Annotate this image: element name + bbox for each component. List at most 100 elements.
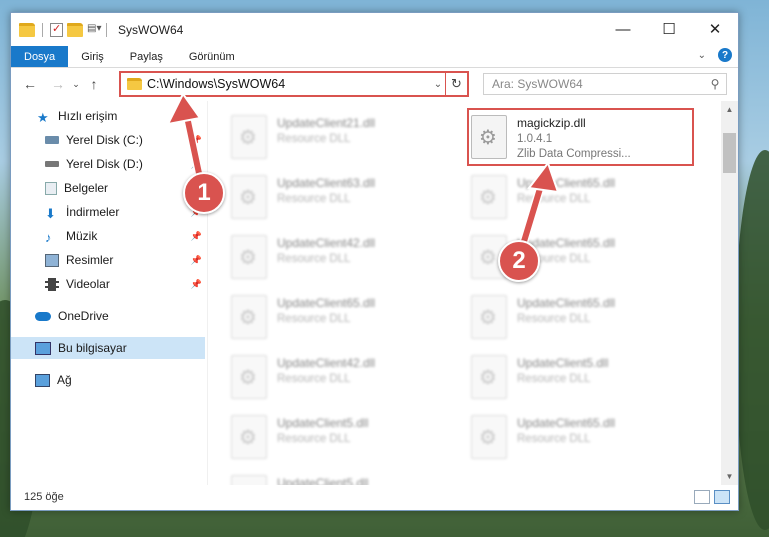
- tab-home[interactable]: Giriş: [68, 46, 117, 67]
- sidebar-item-network[interactable]: Ağ: [11, 369, 205, 391]
- file-list: UpdateClient21.dll Resource DLL UpdateCli…: [221, 101, 721, 485]
- pane-divider[interactable]: [207, 101, 208, 485]
- address-dropdown-icon[interactable]: ⌄: [431, 79, 445, 90]
- new-folder-icon[interactable]: [67, 22, 83, 37]
- maximize-button[interactable]: ☐: [646, 13, 692, 45]
- pin-icon[interactable]: 📌: [191, 255, 202, 266]
- file-item[interactable]: UpdateClient63.dll Resource DLL: [231, 173, 461, 225]
- sidebar-item-label: Yerel Disk (C:): [66, 133, 143, 147]
- scroll-down-icon[interactable]: ▼: [721, 468, 738, 485]
- pin-icon[interactable]: 📌: [191, 159, 202, 170]
- sidebar-item-this-pc[interactable]: Bu bilgisayar: [11, 337, 205, 359]
- properties-icon[interactable]: [50, 22, 63, 37]
- vertical-scrollbar[interactable]: ▲ ▼: [721, 101, 738, 485]
- address-folder-icon: [127, 78, 142, 90]
- file-item[interactable]: UpdateClient65.dll Resource DLL: [471, 173, 701, 225]
- recent-locations-icon[interactable]: ⌄: [69, 79, 83, 90]
- highlight-box: [467, 108, 694, 166]
- search-icon[interactable]: ⚲: [704, 77, 726, 91]
- file-item[interactable]: UpdateClient65.dll Resource DLL: [471, 293, 701, 345]
- up-arrow-icon[interactable]: ↑: [83, 76, 105, 92]
- file-item[interactable]: UpdateClient65.dll Resource DLL: [471, 413, 701, 465]
- callout-badge-1: 1: [183, 172, 225, 214]
- drive-icon: [45, 161, 59, 167]
- close-button[interactable]: ✕: [692, 13, 738, 45]
- explorer-window: ▤▾ SysWOW64 — ☐ ✕ Dosya Giriş Paylaş Gör…: [10, 12, 739, 511]
- expand-ribbon-icon[interactable]: ⌄: [698, 50, 706, 61]
- network-icon: [35, 373, 50, 387]
- file-item[interactable]: UpdateClient5.dll Resource DLL: [471, 353, 701, 405]
- sidebar-item-label: Belgeler: [64, 181, 109, 195]
- pin-icon[interactable]: 📌: [191, 231, 202, 242]
- star-icon: ★: [37, 109, 49, 125]
- scroll-up-icon[interactable]: ▲: [721, 101, 738, 118]
- navigation-bar: ← → ⌄ ↑ C:\Windows\SysWOW64 ⌄ ↻ Ara: Sys…: [11, 68, 738, 100]
- file-name: UpdateClient21.dll: [277, 116, 376, 130]
- sidebar-item-videos[interactable]: Videolar 📌: [11, 273, 205, 295]
- details-view-icon[interactable]: [694, 490, 710, 504]
- tab-share[interactable]: Paylaş: [117, 46, 176, 67]
- sidebar-item-label: Hızlı erişim: [58, 109, 118, 123]
- file-type: Resource DLL: [277, 373, 351, 385]
- file-name: UpdateClient5.dll: [517, 356, 609, 370]
- download-icon: ⬇: [45, 205, 56, 221]
- pin-icon[interactable]: 📌: [191, 279, 202, 290]
- back-arrow-icon[interactable]: ←: [19, 76, 41, 92]
- file-item[interactable]: UpdateClient5.dll Resource DLL: [231, 413, 461, 465]
- file-type: Resource DLL: [277, 133, 351, 145]
- sidebar-item-onedrive[interactable]: OneDrive: [11, 305, 205, 327]
- quick-access-toolbar: ▤▾: [11, 22, 103, 37]
- file-type: Resource DLL: [277, 253, 351, 265]
- forward-arrow-icon[interactable]: →: [47, 76, 69, 92]
- sidebar-item-label: İndirmeler: [66, 205, 120, 219]
- file-name: UpdateClient65.dll: [517, 296, 616, 310]
- search-box[interactable]: Ara: SysWOW64 ⚲: [483, 73, 727, 95]
- file-type: Resource DLL: [517, 193, 591, 205]
- sidebar-item-quick-access[interactable]: ★ Hızlı erişim: [11, 105, 205, 127]
- tab-view[interactable]: Görünüm: [176, 46, 248, 67]
- dll-file-icon: [471, 295, 507, 339]
- file-name: UpdateClient65.dll: [517, 176, 616, 190]
- computer-icon: [35, 341, 51, 355]
- file-item[interactable]: UpdateClient42.dll Resource DLL: [231, 353, 461, 405]
- tiles-view-icon[interactable]: [714, 490, 730, 504]
- title-bar: ▤▾ SysWOW64 — ☐ ✕: [11, 13, 738, 46]
- sidebar-item-documents[interactable]: Belgeler 📌: [11, 177, 205, 199]
- sidebar-item-downloads[interactable]: ⬇ İndirmeler 📌: [11, 201, 205, 223]
- documents-icon: [45, 181, 57, 195]
- file-name: UpdateClient5.dll: [277, 416, 369, 430]
- file-type: Resource DLL: [277, 433, 351, 445]
- file-type: Resource DLL: [277, 193, 351, 205]
- sidebar-item-music[interactable]: ♪ Müzik 📌: [11, 225, 205, 247]
- music-icon: ♪: [45, 229, 52, 245]
- search-input[interactable]: Ara: SysWOW64: [492, 77, 704, 91]
- minimize-button[interactable]: —: [600, 13, 646, 45]
- tab-file[interactable]: Dosya: [11, 46, 69, 67]
- dll-file-icon: [471, 415, 507, 459]
- background-tree: [735, 150, 769, 530]
- file-name: UpdateClient42.dll: [277, 356, 376, 370]
- refresh-icon[interactable]: ↻: [445, 73, 467, 95]
- content-area: ★ Hızlı erişim Yerel Disk (C:) 📌 Yerel D…: [11, 101, 738, 485]
- dll-file-icon: [231, 175, 267, 219]
- sidebar-item-local-disk-d[interactable]: Yerel Disk (D:) 📌: [11, 153, 205, 175]
- address-bar[interactable]: C:\Windows\SysWOW64 ⌄ ↻: [119, 71, 469, 97]
- file-item[interactable]: UpdateClient21.dll Resource DLL: [231, 113, 461, 165]
- customize-toolbar-icon[interactable]: ▤▾: [87, 23, 103, 37]
- cloud-icon: [35, 311, 51, 321]
- title-separator: [106, 22, 107, 37]
- file-type: Resource DLL: [277, 313, 351, 325]
- sidebar-item-label: Yerel Disk (D:): [66, 157, 143, 171]
- sidebar-item-label: Ağ: [57, 373, 72, 387]
- address-path[interactable]: C:\Windows\SysWOW64: [147, 77, 431, 91]
- scroll-thumb[interactable]: [723, 133, 736, 173]
- navigation-pane: ★ Hızlı erişim Yerel Disk (C:) 📌 Yerel D…: [11, 101, 207, 485]
- pin-icon[interactable]: 📌: [191, 135, 202, 146]
- help-icon[interactable]: ?: [718, 48, 732, 62]
- sidebar-item-local-disk-c[interactable]: Yerel Disk (C:) 📌: [11, 129, 205, 151]
- window-title: SysWOW64: [118, 22, 184, 37]
- file-item[interactable]: UpdateClient65.dll Resource DLL: [231, 293, 461, 345]
- file-item[interactable]: UpdateClient42.dll Resource DLL: [231, 233, 461, 285]
- window-controls: — ☐ ✕: [600, 13, 738, 45]
- sidebar-item-pictures[interactable]: Resimler 📌: [11, 249, 205, 271]
